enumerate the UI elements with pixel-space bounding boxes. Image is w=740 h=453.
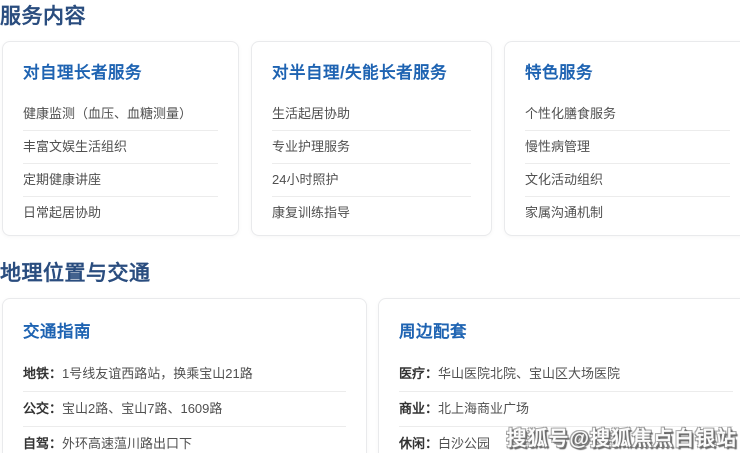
transport-item-list: 地铁：1号线友谊西路站，换乘宝山21路 公交：宝山2路、宝山7路、1609路 自…: [23, 357, 346, 453]
info-row-bus: 公交：宝山2路、宝山7路、1609路: [23, 392, 346, 427]
info-text: 1号线友谊西路站，换乘宝山21路: [62, 366, 253, 381]
card-title: 对自理长者服务: [23, 64, 142, 82]
service-item: 24小时照护: [272, 164, 471, 197]
article-content: 服务内容 对自理长者服务 健康监测（血压、血糖测量） 丰富文娱生活组织 定期健康…: [0, 0, 740, 453]
info-label: 商业：: [399, 401, 439, 416]
info-row-drive: 自驾：外环高速蕰川路出口下: [23, 427, 346, 453]
info-label: 自驾：: [23, 436, 63, 451]
info-text: 北上海商业广场: [438, 401, 530, 416]
service-item: 健康监测（血压、血糖测量）: [23, 98, 218, 131]
info-label: 休闲：: [399, 436, 439, 451]
section-services: 服务内容 对自理长者服务 健康监测（血压、血糖测量） 丰富文娱生活组织 定期健康…: [0, 4, 740, 236]
section-title-location: 地理位置与交通: [0, 262, 151, 285]
card-title: 对半自理/失能长者服务: [272, 64, 448, 82]
sohu-watermark: 搜狐号@搜狐焦点白银站: [506, 428, 737, 450]
service-item: 家属沟通机制: [525, 205, 604, 220]
service-item: 专业护理服务: [272, 131, 471, 164]
info-text: 宝山2路、宝山7路、1609路: [62, 401, 223, 416]
service-item: 丰富文娱生活组织: [23, 131, 218, 164]
info-row-metro: 地铁：1号线友谊西路站，换乘宝山21路: [23, 357, 346, 392]
card-title: 周边配套: [399, 323, 467, 341]
info-row-medical: 医疗：华山医院北院、宝山区大场医院: [399, 357, 733, 392]
card-title: 交通指南: [23, 323, 91, 341]
info-text: 华山医院北院、宝山区大场医院: [438, 366, 621, 381]
card-semicare-services: 对半自理/失能长者服务 生活起居协助 专业护理服务 24小时照护 康复训练指导: [251, 41, 492, 236]
section-title-services: 服务内容: [0, 5, 86, 28]
service-item-list: 健康监测（血压、血糖测量） 丰富文娱生活组织 定期健康讲座 日常起居协助: [23, 98, 218, 229]
service-item: 生活起居协助: [272, 98, 471, 131]
service-item: 日常起居协助: [23, 205, 102, 220]
info-text: 外环高速蕰川路出口下: [62, 436, 193, 451]
info-label: 地铁：: [23, 366, 63, 381]
card-transport-guide: 交通指南 地铁：1号线友谊西路站，换乘宝山21路 公交：宝山2路、宝山7路、16…: [2, 298, 367, 453]
service-item-list: 生活起居协助 专业护理服务 24小时照护 康复训练指导: [272, 98, 471, 229]
service-item: 个性化膳食服务: [525, 98, 730, 131]
card-title: 特色服务: [525, 64, 593, 82]
service-item: 康复训练指导: [272, 205, 351, 220]
service-item-list: 个性化膳食服务 慢性病管理 文化活动组织 家属沟通机制: [525, 98, 730, 229]
services-cards-row: 对自理长者服务 健康监测（血压、血糖测量） 丰富文娱生活组织 定期健康讲座 日常…: [2, 41, 740, 236]
info-label: 公交：: [23, 401, 63, 416]
service-item: 慢性病管理: [525, 131, 730, 164]
info-text: 白沙公园: [438, 436, 491, 451]
service-item: 文化活动组织: [525, 164, 730, 197]
service-item: 定期健康讲座: [23, 164, 218, 197]
card-special-services: 特色服务 个性化膳食服务 慢性病管理 文化活动组织 家属沟通机制: [504, 41, 740, 236]
info-label: 医疗：: [399, 366, 439, 381]
card-selfcare-services: 对自理长者服务 健康监测（血压、血糖测量） 丰富文娱生活组织 定期健康讲座 日常…: [2, 41, 239, 236]
